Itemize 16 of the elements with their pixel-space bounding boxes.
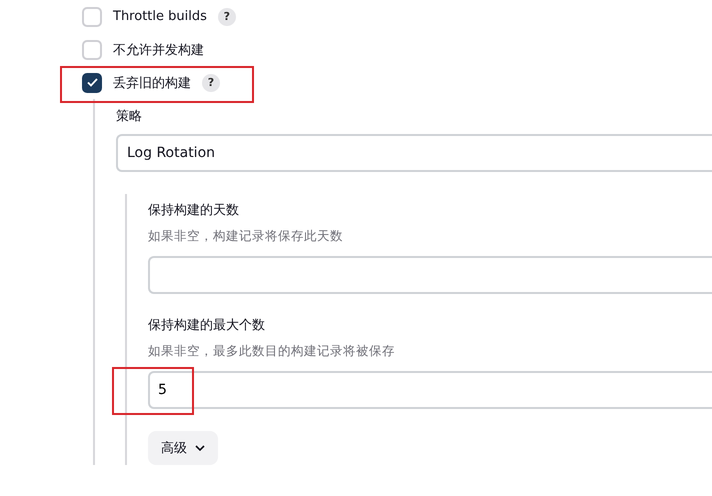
check-icon	[86, 78, 98, 87]
field-label: 保持构建的最大个数	[148, 317, 266, 334]
help-button[interactable]: ?	[202, 74, 220, 92]
strategy-select[interactable]: Log Rotation	[116, 134, 712, 172]
help-button[interactable]: ?	[218, 8, 236, 26]
input-field[interactable]: 5	[148, 371, 712, 409]
strategy-label: 策略	[116, 108, 143, 125]
checkbox[interactable]	[82, 72, 102, 92]
field-hint: 如果非空，最多此数目的构建记录将被保存	[148, 343, 396, 360]
option-label: 不允许并发构建	[113, 42, 204, 58]
option-label: Throttle builds	[113, 9, 207, 24]
field-label: 保持构建的天数	[148, 202, 240, 219]
option-label: 丢弃旧的构建	[113, 74, 191, 92]
input-field[interactable]	[148, 256, 712, 294]
field-hint: 如果非空，构建记录将保存此天数	[148, 228, 344, 245]
advanced-button[interactable]: 高级	[148, 431, 218, 465]
